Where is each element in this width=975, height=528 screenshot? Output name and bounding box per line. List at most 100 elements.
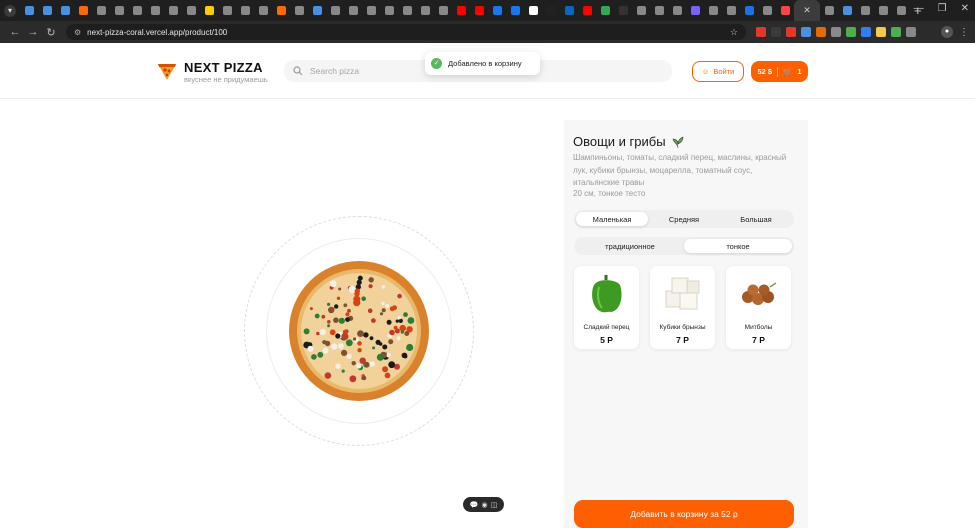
extension-icon[interactable]	[801, 27, 811, 37]
cart-button[interactable]: 52 $ 🛒 1	[751, 61, 808, 82]
browser-tab[interactable]	[758, 0, 776, 21]
pizza-topping	[319, 328, 326, 336]
browser-tab[interactable]	[542, 0, 560, 21]
pizza-topping	[353, 337, 357, 341]
browser-tab[interactable]	[146, 0, 164, 21]
minimize-icon[interactable]: —	[914, 3, 924, 14]
browser-tab[interactable]	[38, 0, 56, 21]
extension-icon[interactable]	[861, 27, 871, 37]
browser-tab[interactable]	[398, 0, 416, 21]
browser-tab[interactable]	[110, 0, 128, 21]
browser-tab[interactable]	[326, 0, 344, 21]
profile-avatar[interactable]: ●	[941, 26, 953, 38]
browser-tab[interactable]	[434, 0, 452, 21]
browser-tab[interactable]	[200, 0, 218, 21]
browser-tab[interactable]	[596, 0, 614, 21]
browser-tab[interactable]	[820, 0, 838, 21]
browser-tab[interactable]	[218, 0, 236, 21]
browser-tab[interactable]	[182, 0, 200, 21]
browser-tab[interactable]	[128, 0, 146, 21]
ingredient-card[interactable]: Митболы 7 Р	[726, 266, 791, 349]
size-option-medium[interactable]: Средняя	[648, 212, 720, 226]
browser-tab[interactable]	[856, 0, 874, 21]
address-bar[interactable]: ⚙ next-pizza-coral.vercel.app/product/10…	[66, 24, 746, 40]
extension-icon[interactable]	[831, 27, 841, 37]
extension-icon[interactable]	[771, 27, 781, 37]
browser-tab[interactable]	[380, 0, 398, 21]
browser-tab[interactable]	[560, 0, 578, 21]
close-window-icon[interactable]: ✕	[961, 3, 969, 14]
browser-tab[interactable]	[488, 0, 506, 21]
browser-tab[interactable]	[272, 0, 290, 21]
ingredient-card[interactable]: Сладкий перец 5 Р	[574, 266, 639, 349]
browser-tab[interactable]	[874, 0, 892, 21]
browser-tab[interactable]	[740, 0, 758, 21]
pizza-topping	[381, 285, 386, 289]
browser-tab-active[interactable]: ✕	[794, 0, 820, 21]
extension-icon[interactable]	[876, 27, 886, 37]
browser-tab[interactable]	[668, 0, 686, 21]
add-to-cart-button[interactable]: Добавить в корзину за 52 р	[574, 500, 794, 528]
maximize-icon[interactable]: ❐	[938, 3, 947, 14]
logo[interactable]: NEXT PIZZA вкуснее не придумаешь	[157, 61, 268, 85]
browser-tab[interactable]	[236, 0, 254, 21]
browser-tab[interactable]	[614, 0, 632, 21]
browser-menu-icon[interactable]: ⋮	[959, 27, 969, 38]
size-selector: Маленькая Средняя Большая	[574, 210, 794, 228]
extension-icon[interactable]	[846, 27, 856, 37]
browser-tab[interactable]	[254, 0, 272, 21]
ingredient-card[interactable]: Кубики брынзы 7 Р	[650, 266, 715, 349]
browser-tab[interactable]	[632, 0, 650, 21]
pizza-topping	[341, 332, 349, 341]
browser-tab[interactable]	[74, 0, 92, 21]
url-text[interactable]: next-pizza-coral.vercel.app/product/100	[87, 28, 227, 37]
extension-icon[interactable]	[816, 27, 826, 37]
browser-tab[interactable]	[416, 0, 434, 21]
close-tab-icon[interactable]: ✕	[803, 5, 811, 16]
dough-option-thin[interactable]: тонкое	[684, 239, 792, 253]
browser-tab[interactable]	[164, 0, 182, 21]
browser-tab[interactable]	[650, 0, 668, 21]
browser-tab[interactable]	[578, 0, 596, 21]
browser-tab[interactable]	[838, 0, 856, 21]
login-button[interactable]: ☺ Войти	[692, 61, 744, 82]
browser-tab[interactable]	[892, 0, 910, 21]
layout-icon[interactable]: ◫	[491, 501, 498, 509]
browser-tab[interactable]	[470, 0, 488, 21]
browser-tab[interactable]	[506, 0, 524, 21]
size-option-large[interactable]: Большая	[720, 212, 792, 226]
browser-tab[interactable]	[524, 0, 542, 21]
back-icon[interactable]: ←	[6, 26, 24, 38]
browser-tab[interactable]	[308, 0, 326, 21]
browser-tab[interactable]	[704, 0, 722, 21]
site-info-icon[interactable]: ⚙	[74, 28, 81, 37]
browser-tab[interactable]	[362, 0, 380, 21]
forward-icon[interactable]: →	[24, 26, 42, 38]
reload-icon[interactable]: ↻	[42, 26, 60, 39]
browser-tab[interactable]	[722, 0, 740, 21]
extension-icon[interactable]	[906, 27, 916, 37]
tab-search-icon[interactable]: ▾	[4, 4, 16, 17]
eye-icon[interactable]: ◉	[481, 501, 487, 509]
browser-tab[interactable]	[92, 0, 110, 21]
pizza-topping	[363, 332, 369, 338]
extension-icon[interactable]	[891, 27, 901, 37]
pizza-topping	[381, 301, 385, 306]
bookmark-star-icon[interactable]: ☆	[730, 27, 738, 38]
pizza-topping	[397, 315, 402, 320]
browser-tab[interactable]	[56, 0, 74, 21]
browser-tab[interactable]	[452, 0, 470, 21]
browser-tab[interactable]	[344, 0, 362, 21]
browser-tab[interactable]	[20, 0, 38, 21]
size-option-small[interactable]: Маленькая	[576, 212, 648, 226]
pizza-topping	[401, 326, 406, 331]
browser-tab[interactable]	[686, 0, 704, 21]
extension-icon[interactable]	[756, 27, 766, 37]
dough-option-traditional[interactable]: традиционное	[576, 239, 684, 253]
comment-icon[interactable]: 💬	[470, 501, 479, 509]
dough-selector: традиционное тонкое	[574, 237, 794, 255]
browser-tab[interactable]	[776, 0, 794, 21]
pizza-topping	[371, 318, 376, 323]
browser-tab[interactable]	[290, 0, 308, 21]
extension-icon[interactable]	[786, 27, 796, 37]
